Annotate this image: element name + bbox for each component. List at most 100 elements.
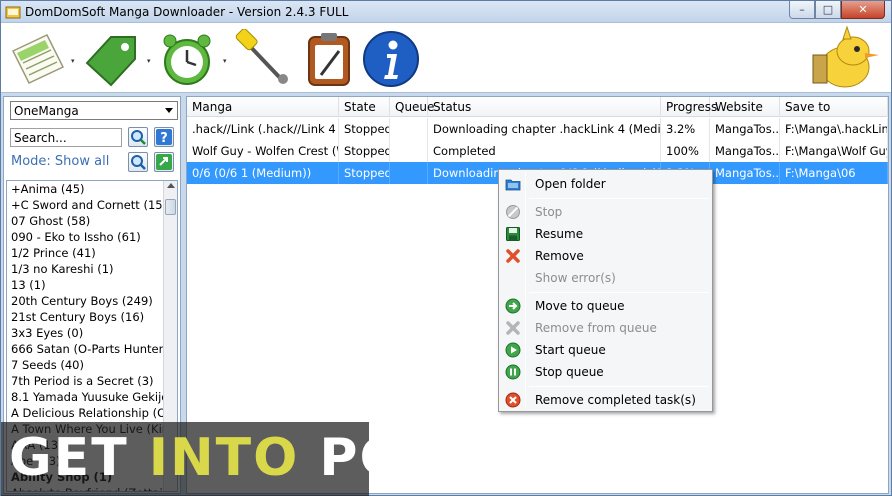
scroll-thumb[interactable] [165, 199, 176, 215]
menu-item-start-queue[interactable]: Start queue [501, 339, 710, 361]
cell-save-to: F:\Manga\06 [780, 162, 888, 184]
find-button[interactable] [128, 152, 148, 172]
list-item[interactable]: A Delicious Relationship (Oishi [7, 405, 165, 421]
cell-progress: 3.2% [661, 118, 710, 140]
app-icon [5, 6, 21, 19]
cell-status: Downloading chapter .hackLink 4 (Medium-… [428, 118, 661, 140]
play-icon [505, 342, 521, 358]
close-icon: ✕ [858, 3, 868, 16]
search-icon [131, 130, 146, 145]
pause-icon [505, 364, 521, 380]
list-item[interactable]: 8.1 Yamada Yuusuke Gekijou ( [7, 389, 165, 405]
list-item[interactable]: 21st Century Boys (16) [7, 309, 165, 325]
menu-separator [529, 198, 709, 199]
move-to-queue-icon [505, 298, 521, 314]
list-item[interactable]: 13 (1) [7, 277, 165, 293]
source-select-value: OneManga [14, 104, 79, 118]
cell-state: Stopped [339, 118, 390, 140]
table-row[interactable]: .hack//Link (.hack//Link 4 ... Stopped D… [187, 118, 888, 140]
list-item[interactable]: 07 Ghost (58) [7, 213, 165, 229]
menu-item-label: Remove completed task(s) [535, 393, 696, 407]
menu-item-stop-queue[interactable]: Stop queue [501, 361, 710, 383]
cell-manga: 0/6 (0/6 1 (Medium)) [187, 162, 339, 184]
column-header-progress[interactable]: Progress [661, 97, 717, 117]
cell-save-to: F:\Manga\.hackLink [780, 118, 888, 140]
list-item[interactable]: 20th Century Boys (249) [7, 293, 165, 309]
tag-icon[interactable] [81, 29, 141, 89]
search-input[interactable]: Search... [10, 128, 122, 147]
menu-separator [529, 292, 709, 293]
help-button[interactable]: ? [154, 127, 174, 147]
alarm-clock-icon[interactable] [157, 29, 217, 89]
list-item[interactable]: 1/2 Prince (41) [7, 245, 165, 261]
menu-item-open-folder[interactable]: Open folder [501, 173, 710, 195]
menu-separator [529, 386, 709, 387]
menu-item-stop[interactable]: Stop [501, 201, 710, 223]
cell-website: MangaTos... [710, 140, 780, 162]
chevron-down-icon[interactable]: ▾ [71, 57, 75, 65]
mode-label[interactable]: Mode: Show all [11, 154, 109, 169]
chevron-down-icon[interactable]: ▾ [147, 57, 151, 65]
menu-item-label: Open folder [535, 177, 606, 191]
cell-queue [390, 118, 428, 140]
list-item[interactable]: +Anima (45) [7, 181, 165, 197]
maximize-button[interactable]: □ [815, 1, 841, 19]
column-header-website[interactable]: Website [710, 97, 780, 117]
magnifier-icon [131, 155, 146, 170]
remove-from-queue-icon [506, 321, 520, 335]
menu-item-remove-from-queue[interactable]: Remove from queue [501, 317, 710, 339]
list-item[interactable]: 7th Period is a Secret (3) [7, 373, 165, 389]
info-icon[interactable] [361, 29, 421, 89]
cell-status: Completed [428, 140, 661, 162]
list-item[interactable]: 666 Satan (O-Parts Hunter) (76 [7, 341, 165, 357]
list-item[interactable]: 3x3 Eyes (0) [7, 325, 165, 341]
menu-item-label: Remove [535, 249, 584, 263]
menu-item-label: Remove from queue [535, 321, 657, 335]
menu-item-resume[interactable]: Resume [501, 223, 710, 245]
menu-item-move-to-queue[interactable]: Move to queue [501, 295, 710, 317]
menu-item-remove[interactable]: Remove [501, 245, 710, 267]
cell-queue [390, 162, 428, 184]
menu-item-label: Resume [535, 227, 584, 241]
cell-manga: Wolf Guy - Wolfen Crest (W... [187, 140, 339, 162]
remove-icon [506, 249, 520, 263]
table-row[interactable]: Wolf Guy - Wolfen Crest (W... Stopped Co… [187, 140, 888, 162]
column-header-queue[interactable]: Queue [390, 97, 434, 117]
manga-list-icon[interactable] [7, 29, 67, 89]
list-item[interactable]: +C Sword and Cornett (15) [7, 197, 165, 213]
column-header-manga[interactable]: Manga [187, 97, 339, 117]
context-menu: Open folder Stop Resume Remove Show erro… [498, 169, 713, 412]
column-header-state[interactable]: State [339, 97, 390, 117]
save-icon [506, 227, 520, 241]
chevron-down-icon[interactable]: ▾ [223, 57, 227, 65]
refresh-button[interactable] [154, 152, 174, 172]
chevron-down-icon [165, 108, 173, 113]
source-select[interactable]: OneManga [10, 101, 178, 120]
menu-item-show-errors[interactable]: Show error(s) [501, 267, 710, 289]
remove-completed-icon [505, 392, 521, 408]
settings-tool-icon[interactable] [233, 29, 293, 89]
minimize-icon: – [799, 3, 805, 16]
svg-text:?: ? [160, 131, 168, 146]
app-window: DomDomSoft Manga Downloader - Version 2.… [0, 0, 892, 496]
watermark-part-pc: PC [299, 428, 400, 488]
cell-website: MangaTos... [710, 162, 780, 184]
list-item[interactable]: 7 Seeds (40) [7, 357, 165, 373]
window-title: DomDomSoft Manga Downloader - Version 2.… [25, 5, 349, 19]
minimize-button[interactable]: – [789, 1, 815, 19]
column-header-status[interactable]: Status [428, 97, 661, 117]
close-button[interactable]: ✕ [841, 1, 885, 19]
menu-item-label: Move to queue [535, 299, 625, 313]
column-header-save-to[interactable]: Save to [780, 97, 888, 117]
list-item[interactable]: 1/3 no Kareshi (1) [7, 261, 165, 277]
cell-state: Stopped [339, 162, 390, 184]
cell-progress: 100% [661, 140, 710, 162]
scroll-up-icon[interactable] [167, 183, 175, 188]
cell-queue [390, 140, 428, 162]
watermark-part-into: INTO [148, 428, 300, 488]
title-bar: DomDomSoft Manga Downloader - Version 2.… [1, 1, 891, 23]
list-item[interactable]: 090 - Eko to Issho (61) [7, 229, 165, 245]
menu-item-remove-completed[interactable]: Remove completed task(s) [501, 389, 710, 411]
search-button[interactable] [128, 127, 148, 147]
clipboard-icon[interactable] [299, 29, 359, 89]
